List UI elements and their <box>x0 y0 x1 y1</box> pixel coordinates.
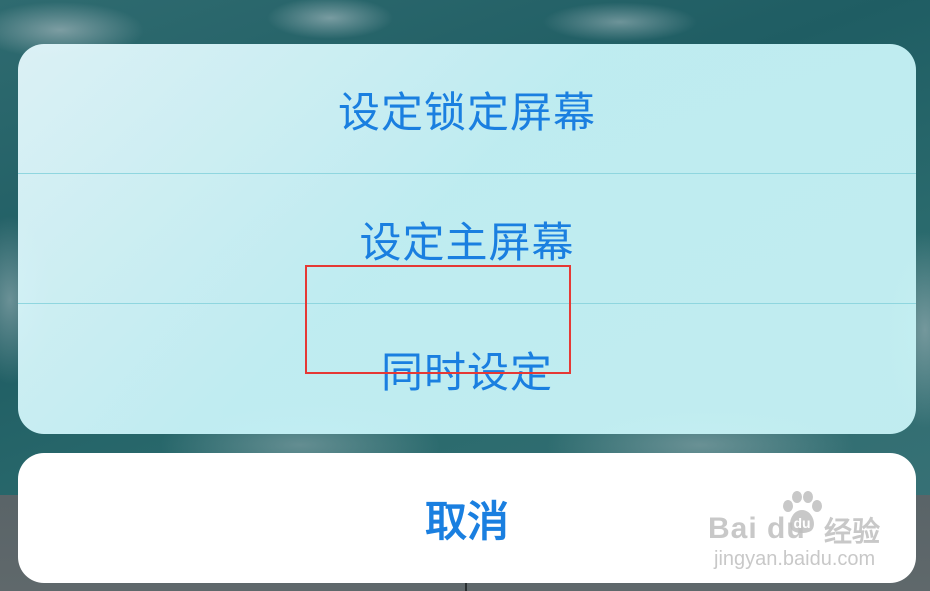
cancel-button[interactable]: 取消 <box>18 453 916 583</box>
wallpaper-action-sheet: 设定锁定屏幕 设定主屏幕 同时设定 <box>18 44 916 434</box>
wallpaper-preview-screen: 设定锁定屏幕 设定主屏幕 同时设定 取消 Bai du du 经验 jingya… <box>0 0 930 591</box>
cancel-label: 取消 <box>424 496 509 546</box>
set-lock-screen-label: 设定锁定屏幕 <box>337 87 596 137</box>
set-home-screen-button[interactable]: 设定主屏幕 <box>18 174 916 304</box>
set-both-label: 同时设定 <box>380 347 553 397</box>
set-both-button[interactable]: 同时设定 <box>18 304 916 434</box>
set-lock-screen-button[interactable]: 设定锁定屏幕 <box>18 44 916 174</box>
set-home-screen-label: 设定主屏幕 <box>359 217 575 267</box>
